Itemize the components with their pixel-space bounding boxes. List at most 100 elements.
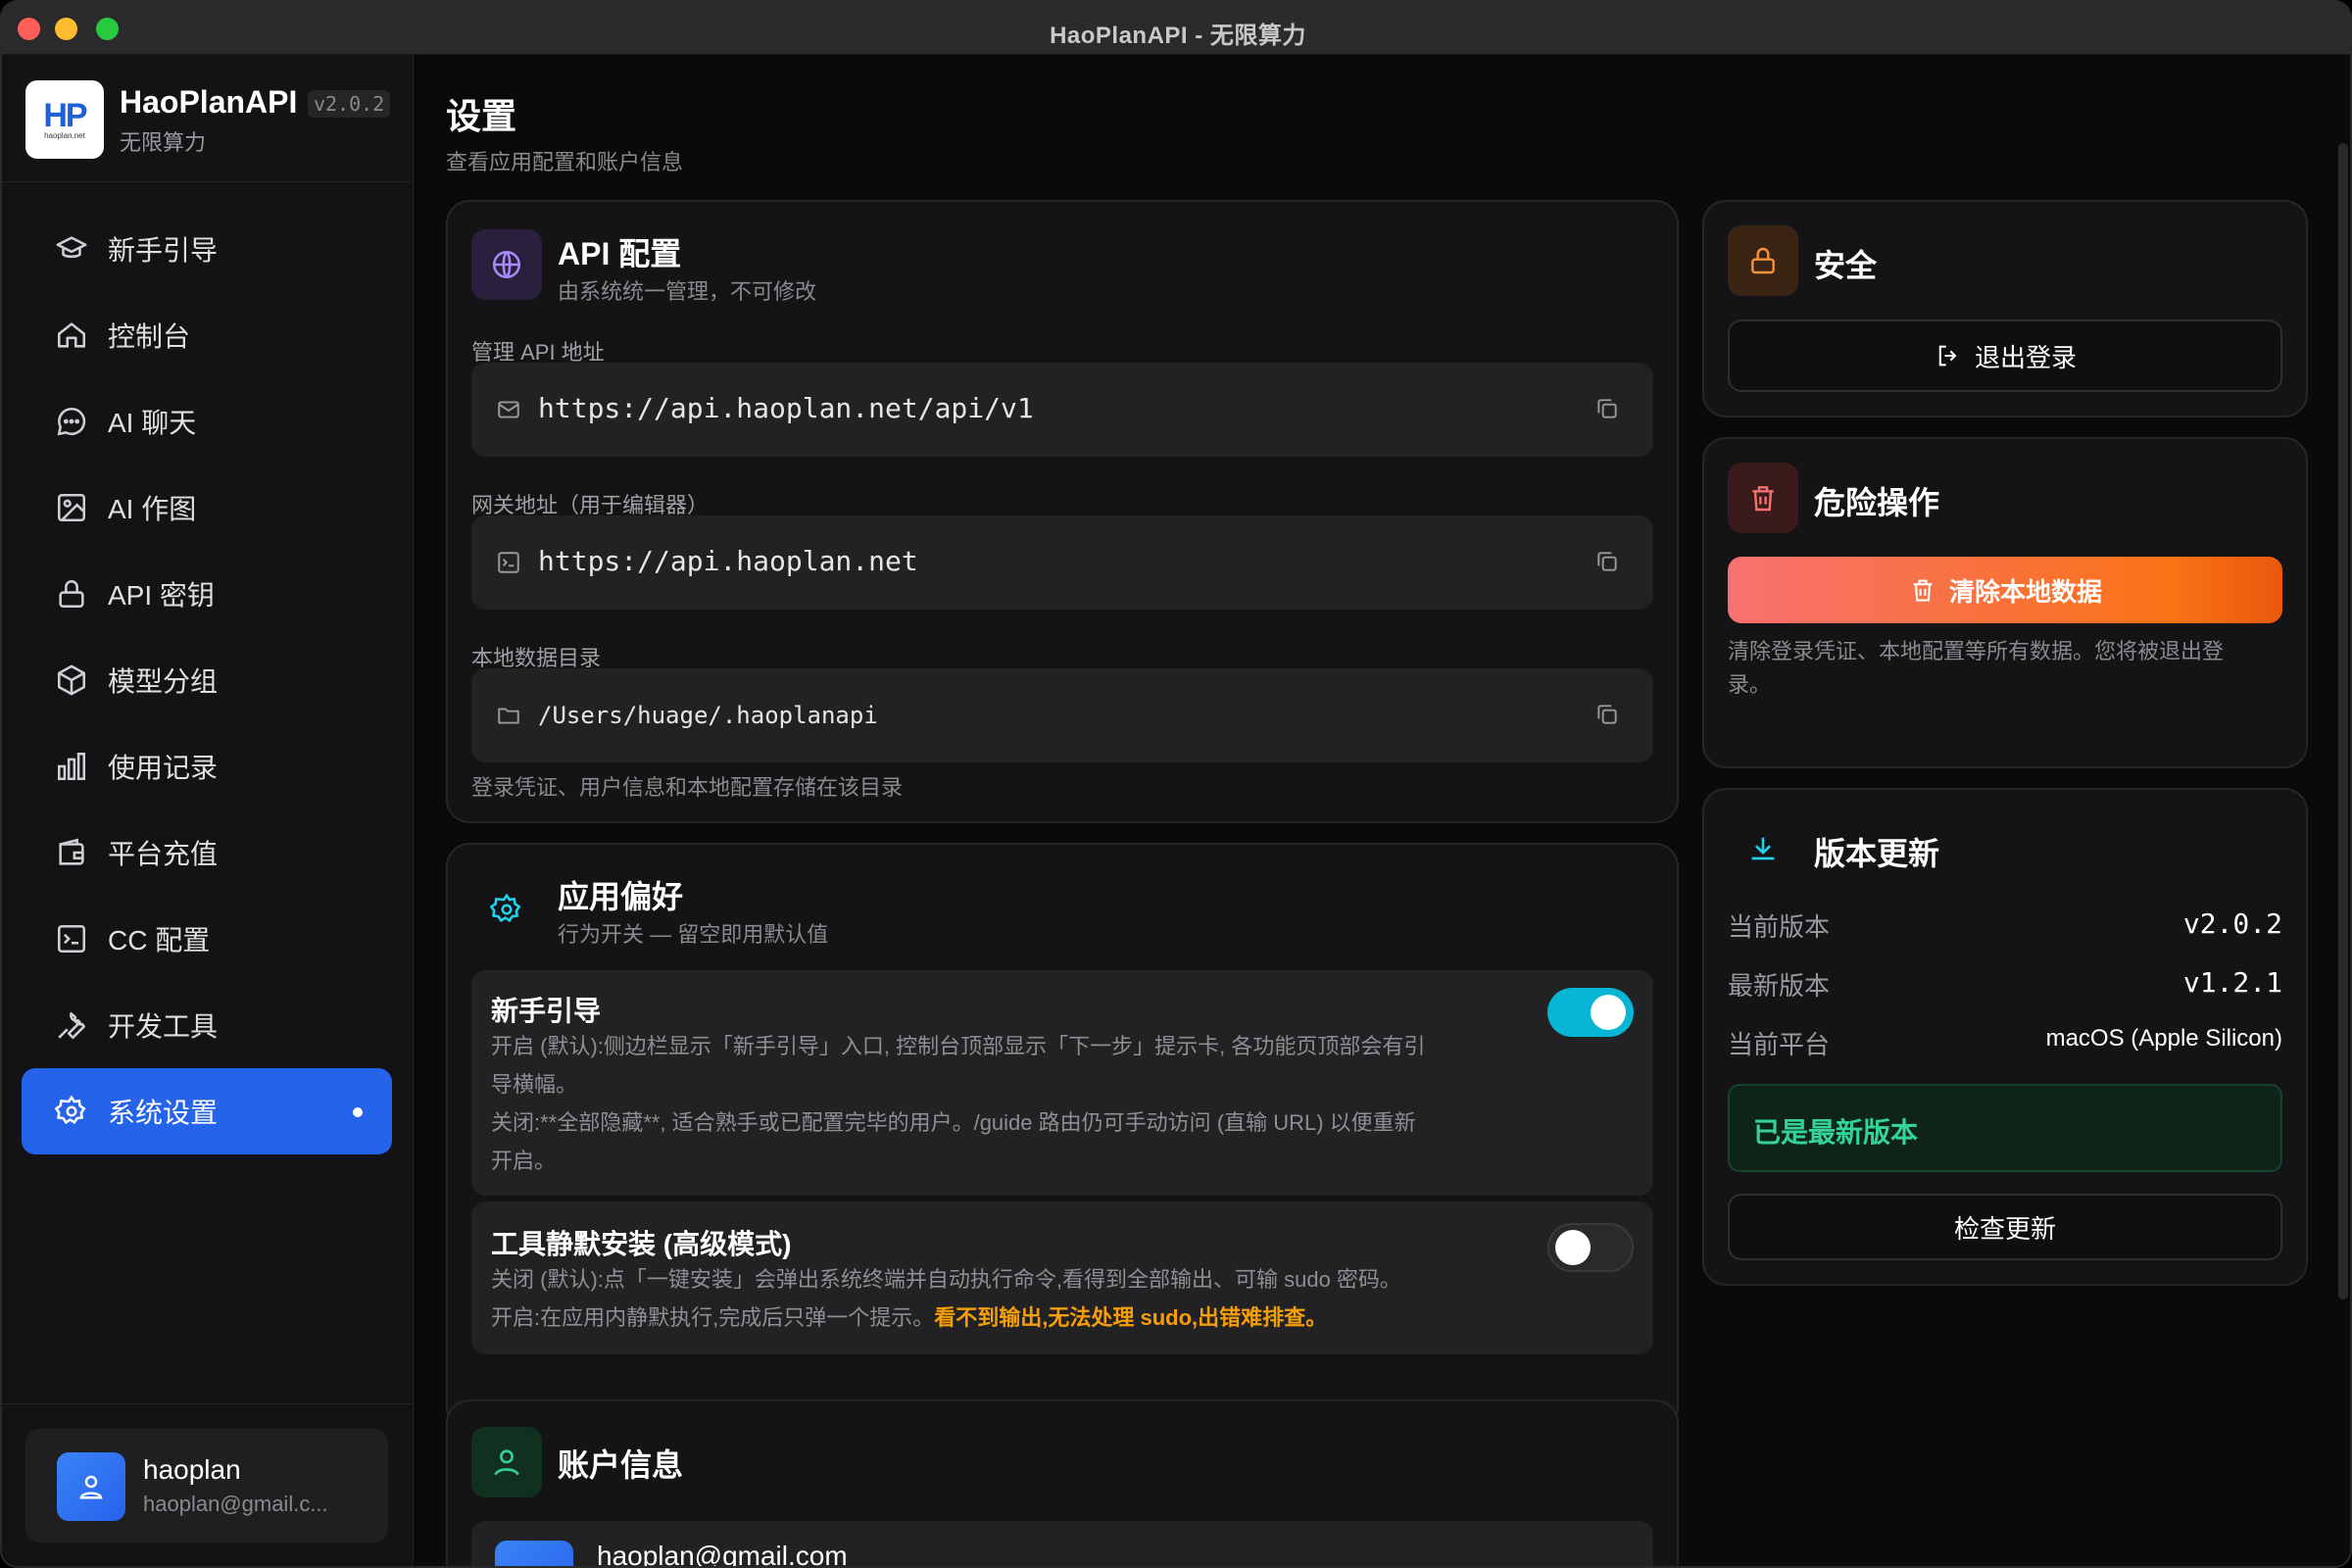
sidebar-item-ai-chat[interactable]: AI 聊天	[22, 378, 392, 465]
sidebar-item-label: AI 作图	[108, 494, 197, 524]
pref-title: 新手引导	[491, 996, 602, 1026]
gateway-url: https://api.haoplan.net	[538, 545, 918, 577]
danger-note: 清除登录凭证、本地配置等所有数据。您将被退出登 录。	[1728, 639, 2225, 697]
preferences-card: 应用偏好 行为开关 — 留空即用默认值 新手引导 开启 (默认):侧边栏显示「新…	[446, 843, 1679, 1431]
graduation-cap-icon	[53, 230, 90, 268]
brand-name: HaoPlanAPI	[120, 84, 298, 120]
security-card: 安全 退出登录	[1702, 200, 2308, 417]
sidebar-item-settings[interactable]: 系统设置	[22, 1068, 392, 1154]
avatar	[57, 1452, 125, 1521]
copy-icon[interactable]	[1594, 702, 1624, 731]
trash-icon	[1908, 575, 1937, 605]
sidebar-item-dashboard[interactable]: 控制台	[22, 292, 392, 378]
lock-icon	[1728, 225, 1798, 296]
avatar	[495, 1541, 573, 1566]
sidebar-item-label: 新手引导	[108, 235, 219, 266]
scrollbar[interactable]	[2338, 143, 2348, 1299]
sidebar-item-api-keys[interactable]: API 密钥	[22, 551, 392, 637]
copy-icon[interactable]	[1594, 396, 1624, 425]
terminal-icon	[491, 545, 526, 580]
local-data-dir: /Users/huage/.haoplanapi	[538, 702, 878, 729]
brand-header: HP haoplan.net HaoPlanAPI v2.0.2 无限算力	[2, 55, 414, 182]
terminal-icon	[53, 920, 90, 957]
card-title: API 配置	[558, 236, 682, 271]
warning-text: 看不到输出,无法处理 sudo,出错难排查。	[934, 1305, 1328, 1330]
titlebar: HaoPlanAPI - 无限算力	[2, 2, 2350, 55]
folder-icon	[491, 698, 526, 733]
mail-icon	[491, 392, 526, 427]
sidebar-item-label: 模型分组	[108, 666, 219, 697]
card-subtitle: 行为开关 — 留空即用默认值	[558, 922, 829, 947]
sidebar-item-recharge[interactable]: 平台充值	[22, 809, 392, 896]
user-icon	[79, 1475, 103, 1499]
card-title: 版本更新	[1814, 836, 1940, 871]
pref-description: 开启 (默认):侧边栏显示「新手引导」入口, 控制台顶部显示「下一步」提示卡, …	[491, 1034, 1426, 1173]
divider	[2, 1403, 414, 1404]
danger-card: 危险操作 清除本地数据 清除登录凭证、本地配置等所有数据。您将被退出登 录。	[1702, 437, 2308, 768]
api-config-card: API 配置 由系统统一管理，不可修改 管理 API 地址 https://ap…	[446, 200, 1679, 823]
brand-tagline: 无限算力	[120, 130, 207, 155]
sidebar-item-label: CC 配置	[108, 925, 211, 956]
page-subtitle: 查看应用配置和账户信息	[446, 150, 684, 174]
platform-row: 当前平台 macOS (Apple Silicon)	[1728, 1025, 2282, 1059]
user-email: haoplan@gmail.c...	[143, 1492, 328, 1516]
sidebar-item-guide[interactable]: 新手引导	[22, 206, 392, 292]
main-content: 设置 查看应用配置和账户信息 API 配置 由系统统一管理，不可修改 管理 AP…	[415, 55, 2350, 1566]
card-title: 应用偏好	[558, 879, 684, 914]
sidebar-nav: 新手引导 控制台 AI 聊天 AI 作图 API 密钥 模型分组 使用记录 平台…	[22, 206, 392, 1154]
version-badge: v2.0.2	[308, 90, 391, 118]
home-icon	[53, 317, 90, 354]
bar-chart-icon	[53, 748, 90, 785]
pref-description: 关闭 (默认):点「一键安装」会弹出系统终端并自动执行命令,看得到全部输出、可输…	[491, 1267, 1401, 1330]
gear-icon	[471, 874, 542, 945]
page-title: 设置	[446, 96, 517, 136]
window-title: HaoPlanAPI - 无限算力	[1050, 23, 1306, 49]
latest-version: v1.2.1	[2182, 966, 2282, 999]
clear-local-data-button[interactable]: 清除本地数据	[1728, 557, 2282, 623]
sidebar-item-cc-config[interactable]: CC 配置	[22, 896, 392, 982]
account-row: haoplan@gmail.com	[471, 1521, 1653, 1566]
sidebar-item-label: 平台充值	[108, 839, 219, 869]
current-version-row: 当前版本 v2.0.2	[1728, 907, 2282, 942]
card-subtitle: 由系统统一管理，不可修改	[558, 279, 817, 304]
guide-toggle[interactable]	[1547, 988, 1634, 1037]
sidebar-item-ai-image[interactable]: AI 作图	[22, 465, 392, 551]
image-icon	[53, 489, 90, 526]
chat-bubble-icon	[53, 403, 90, 440]
sidebar-item-label: 系统设置	[108, 1098, 219, 1128]
pref-title: 工具静默安装 (高级模式)	[491, 1229, 792, 1259]
field-note: 登录凭证、用户信息和本地配置存储在该目录	[471, 775, 904, 800]
gear-icon	[53, 1093, 90, 1130]
sidebar-item-label: API 密钥	[108, 580, 215, 611]
sidebar-item-label: 开发工具	[108, 1011, 219, 1042]
wrench-icon	[53, 1006, 90, 1044]
lock-icon	[53, 575, 90, 612]
user-name: haoplan	[143, 1454, 241, 1485]
cube-icon	[53, 662, 90, 699]
platform-value: macOS (Apple Silicon)	[2045, 1025, 2282, 1052]
active-indicator-dot	[353, 1107, 363, 1117]
update-status: 已是最新版本	[1728, 1084, 2282, 1172]
download-icon	[1728, 813, 1798, 884]
sidebar-item-dev-tools[interactable]: 开发工具	[22, 982, 392, 1068]
pref-guide-row: 新手引导 开启 (默认):侧边栏显示「新手引导」入口, 控制台顶部显示「下一步」…	[471, 970, 1653, 1196]
gateway-url-field: https://api.haoplan.net	[471, 515, 1653, 610]
admin-api-url-field: https://api.haoplan.net/api/v1	[471, 363, 1653, 457]
globe-icon	[471, 229, 542, 300]
admin-api-url: https://api.haoplan.net/api/v1	[538, 392, 1034, 424]
trash-icon	[1728, 463, 1798, 533]
sidebar-item-label: AI 聊天	[108, 408, 197, 438]
silent-install-toggle[interactable]	[1547, 1223, 1634, 1272]
card-title: 账户信息	[558, 1447, 684, 1483]
logout-button[interactable]: 退出登录	[1728, 319, 2282, 392]
account-card: 账户信息 haoplan@gmail.com	[446, 1399, 1679, 1566]
sidebar-item-usage[interactable]: 使用记录	[22, 723, 392, 809]
wallet-icon	[53, 834, 90, 871]
sidebar-item-model-groups[interactable]: 模型分组	[22, 637, 392, 723]
check-update-button[interactable]: 检查更新	[1728, 1194, 2282, 1260]
copy-icon[interactable]	[1594, 549, 1624, 578]
sidebar-item-label: 使用记录	[108, 753, 219, 783]
update-card: 版本更新 当前版本 v2.0.2 最新版本 v1.2.1 当前平台 macOS …	[1702, 788, 2308, 1286]
current-version: v2.0.2	[2182, 907, 2282, 940]
user-card[interactable]: haoplan haoplan@gmail.c...	[25, 1429, 388, 1543]
